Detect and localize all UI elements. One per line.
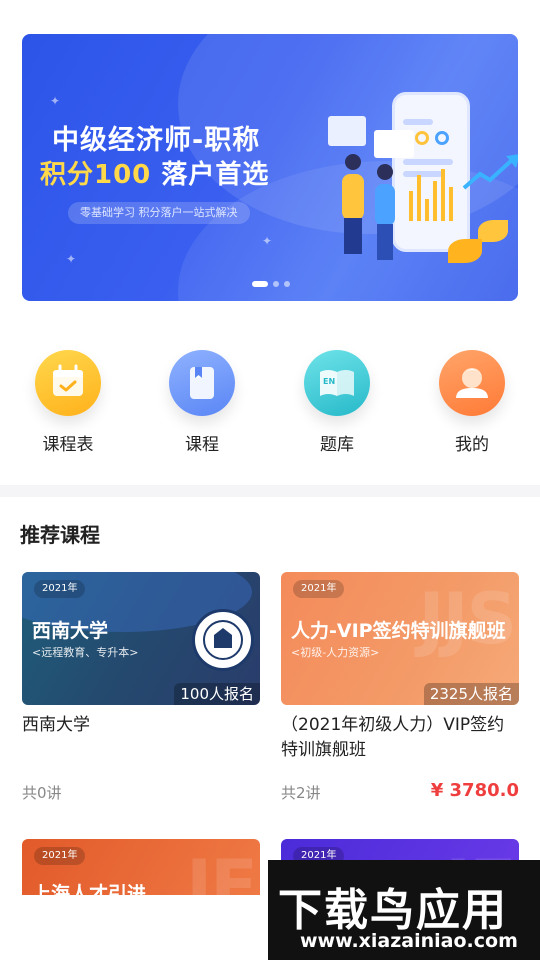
banner-title: 中级经济师-职称 [52, 125, 261, 156]
nav-label: 课程 [185, 435, 219, 455]
en-book-icon[interactable]: EN [304, 350, 370, 416]
person-illustration [342, 174, 364, 220]
sparkle-icon: ✦ [66, 252, 77, 266]
banner-highlight: 积分100 [40, 160, 152, 190]
person-illustration [375, 184, 395, 226]
thumbnail-subtitle: <远程教育、专升本> [32, 646, 139, 659]
year-badge: 2021年 [34, 847, 86, 865]
year-badge: 2021年 [293, 580, 345, 598]
lesson-count: 共2讲 [281, 784, 321, 802]
thumbnail-title: 西南大学 [32, 620, 109, 642]
nav-item-schedule[interactable]: 课程表 [23, 350, 113, 455]
course-thumbnail[interactable]: 2021年 西南大学 <远程教育、专升本> 100人报名 [22, 572, 260, 705]
section-divider [0, 485, 540, 497]
phone-illustration [392, 92, 470, 252]
chart-card-illustration [328, 116, 366, 146]
person-illustration [345, 154, 361, 170]
thumbnail-subtitle: <初级-人力资源> [291, 646, 380, 659]
watermark-brand: 下载鸟应用 [278, 885, 508, 936]
carousel-dot[interactable] [273, 281, 279, 287]
watermark: 下载鸟应用 www.xiazainiao.com [268, 860, 540, 960]
book-icon[interactable] [169, 350, 235, 416]
course-name[interactable]: 西南大学 [22, 713, 260, 738]
svg-text:EN: EN [323, 377, 335, 386]
person-illustration [344, 218, 362, 254]
enrollment-count: 100人报名 [174, 683, 260, 705]
course-thumbnail[interactable]: JE 2021年 上海人才引进 [22, 839, 260, 899]
nav-item-question-bank[interactable]: EN 题库 [292, 350, 382, 455]
course-card[interactable]: JE 2021年 上海人才引进 [22, 839, 260, 899]
sparkle-icon: ✦ [50, 94, 61, 108]
course-card[interactable]: JJS 2021年 人力-VIP签约特训旗舰班 <初级-人力资源> 2325人报… [281, 572, 519, 802]
course-card[interactable]: 2021年 西南大学 <远程教育、专升本> 100人报名 西南大学 共0讲 [22, 572, 260, 802]
nav-item-courses[interactable]: 课程 [157, 350, 247, 455]
chart-card-illustration [374, 130, 414, 158]
nav-label: 课程表 [42, 435, 94, 455]
sparkle-icon: ✦ [262, 234, 273, 248]
person-illustration [377, 224, 393, 260]
thumbnail-decor-letters: JE [186, 845, 258, 899]
carousel-dot-active[interactable] [252, 281, 268, 287]
promo-banner[interactable]: ✦ ✦ ✦ 中级经济师-职称 积分100 落户首选 零基础学习 积分落户一站式解… [22, 34, 518, 301]
year-badge: 2021年 [34, 580, 86, 598]
course-name[interactable]: （2021年初级人力）VIP签约特训旗舰班 [281, 713, 519, 763]
course-price: ¥ 3780.0 [430, 780, 519, 801]
person-illustration [377, 164, 393, 180]
banner-subtitle-rest: 落户首选 [151, 160, 270, 190]
watermark-url: www.xiazainiao.com [300, 930, 518, 952]
carousel-dot[interactable] [284, 281, 290, 287]
carousel-indicator[interactable] [252, 281, 290, 287]
quick-nav: 课程表 课程 EN 题库 我的 [0, 350, 540, 460]
section-title: 推荐课程 [20, 523, 100, 547]
university-seal-logo [192, 609, 254, 671]
app-page: ✦ ✦ ✦ 中级经济师-职称 积分100 落户首选 零基础学习 积分落户一站式解… [0, 0, 540, 960]
lesson-count: 共0讲 [22, 784, 62, 802]
course-thumbnail[interactable]: JJS 2021年 人力-VIP签约特训旗舰班 <初级-人力资源> 2325人报… [281, 572, 519, 705]
leaf-illustration [478, 220, 508, 242]
nav-item-profile[interactable]: 我的 [427, 350, 517, 455]
leaf-illustration [448, 239, 482, 263]
banner-subtitle: 积分100 落户首选 [40, 154, 269, 191]
nav-label: 我的 [455, 435, 489, 455]
enrollment-count: 2325人报名 [423, 683, 519, 705]
user-avatar-icon[interactable] [439, 350, 505, 416]
thumbnail-title: 人力-VIP签约特训旗舰班 [291, 620, 506, 642]
banner-tagline: 零基础学习 积分落户一站式解决 [68, 202, 250, 224]
trend-arrow-icon [462, 154, 518, 190]
nav-label: 题库 [320, 435, 354, 455]
calendar-icon[interactable] [35, 350, 101, 416]
